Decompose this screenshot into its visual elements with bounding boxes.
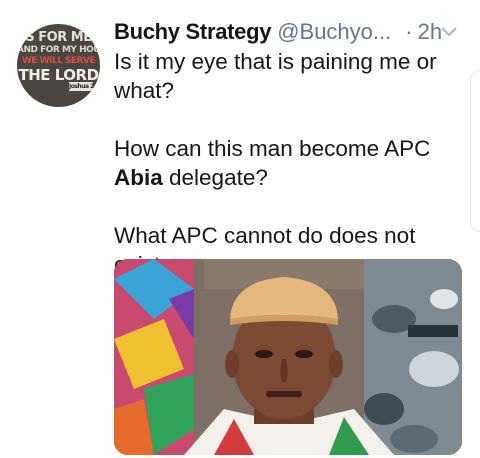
chevron-down-icon[interactable] bbox=[440, 26, 458, 38]
tweet-header: Buchy Strategy @Buchyo... · 2h bbox=[114, 17, 464, 47]
separator-dot: · bbox=[405, 19, 413, 44]
avatar-text-line: Joshua 24:15 bbox=[69, 82, 93, 91]
photo-image bbox=[114, 259, 462, 455]
tweet-body: Is it my eye that is paining me or what?… bbox=[114, 47, 474, 279]
avatar-text-line: AND FOR MY HOUSE bbox=[17, 45, 100, 55]
tweet-line: How can this man become APC Abia delegat… bbox=[114, 134, 474, 192]
tweet-text-span: delegate? bbox=[162, 165, 268, 190]
avatar[interactable]: S FOR ME AND FOR MY HOUSE WE WILL SERVE … bbox=[17, 24, 100, 107]
author-handle[interactable]: @Buchyo... bbox=[277, 19, 391, 45]
avatar-text-line: WE WILL SERVE bbox=[21, 56, 96, 66]
tweet-line: Is it my eye that is paining me or what? bbox=[114, 49, 437, 103]
tweet-bold-text: Abia bbox=[114, 165, 163, 190]
next-card-edge bbox=[470, 70, 480, 232]
tweet-photo[interactable] bbox=[114, 259, 462, 455]
avatar-text-line: S FOR ME bbox=[25, 30, 92, 45]
tweet-timestamp[interactable]: 2h bbox=[418, 19, 442, 45]
tweet-text-span: How can this man become APC bbox=[114, 136, 431, 161]
author-name[interactable]: Buchy Strategy bbox=[114, 19, 271, 45]
tweet[interactable]: S FOR ME AND FOR MY HOUSE WE WILL SERVE … bbox=[0, 0, 480, 458]
